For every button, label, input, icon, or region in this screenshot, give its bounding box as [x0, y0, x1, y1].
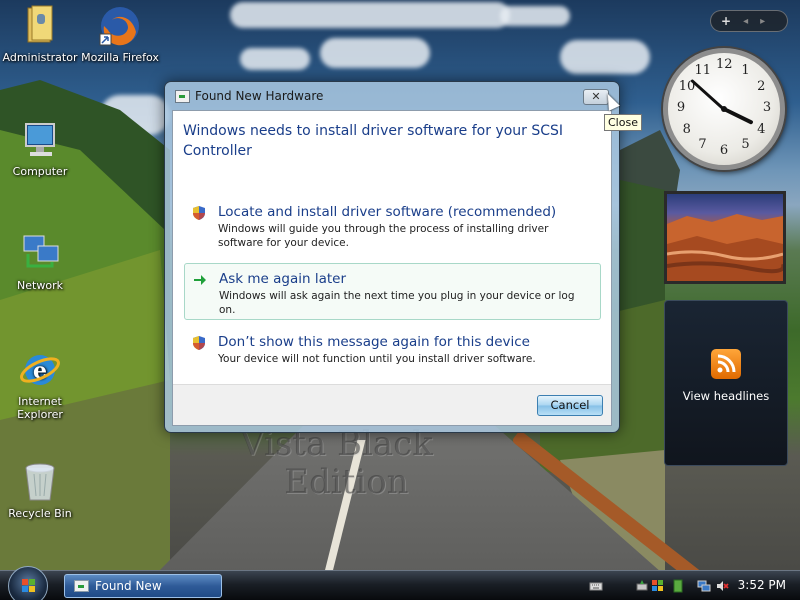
- cancel-button[interactable]: Cancel: [537, 395, 603, 416]
- desktop-icon-computer[interactable]: Computer: [0, 118, 80, 178]
- clock-number: 3: [762, 100, 772, 115]
- feed-headlines-gadget[interactable]: View headlines: [664, 300, 788, 466]
- next-gadget-button[interactable]: ▸: [760, 16, 765, 27]
- desktop-icon-label: Administrator: [2, 51, 78, 64]
- firefox-icon: [98, 4, 142, 48]
- landscape-photo: [666, 214, 786, 281]
- add-gadget-button[interactable]: +: [721, 14, 731, 28]
- clock-number: 2: [757, 78, 766, 94]
- sidebar-toolbar: + ◂ ▸: [710, 10, 788, 32]
- desktop-icon-label: Mozilla Firefox: [81, 51, 159, 64]
- desktop-icon-internet-explorer[interactable]: e Internet Explorer: [0, 348, 80, 421]
- taskbar-clock[interactable]: 3:52 PM: [738, 578, 786, 592]
- desktop-icon-recycle-bin[interactable]: Recycle Bin: [0, 460, 80, 520]
- windows-security-icon[interactable]: [651, 579, 665, 593]
- volume-muted-icon[interactable]: [715, 579, 729, 593]
- user-folder-icon: [18, 4, 62, 48]
- close-tooltip: Close: [604, 114, 642, 131]
- found-new-hardware-dialog: Found New Hardware ✕ Windows needs to in…: [164, 81, 620, 433]
- clock-minute-hand: [690, 78, 726, 111]
- dialog-content: Windows needs to install driver software…: [172, 110, 612, 426]
- watermark-line-2: Edition: [284, 462, 409, 502]
- hardware-wizard-icon: [175, 90, 190, 103]
- hardware-wizard-icon: [74, 580, 89, 592]
- keyboard-icon[interactable]: [589, 579, 603, 593]
- option-description: Windows will guide you through the proce…: [218, 223, 549, 249]
- option-description: Your device will not function until you …: [218, 353, 536, 365]
- dialog-footer: Cancel: [173, 384, 611, 425]
- clock-number: 8: [682, 121, 691, 137]
- option-title: Ask me again later: [219, 271, 347, 287]
- view-headlines-link[interactable]: View headlines: [665, 389, 787, 403]
- option-description: Windows will ask again the next time you…: [219, 290, 575, 316]
- clock-number: 11: [694, 62, 712, 78]
- desktop-icon-administrator[interactable]: Administrator: [0, 4, 80, 64]
- taskbar-button-found-new-hardware[interactable]: Found New Hardware: [64, 574, 222, 598]
- option-dont-show-again[interactable]: Don’t show this message again for this d…: [184, 327, 601, 372]
- dialog-heading: Windows needs to install driver software…: [183, 123, 564, 159]
- taskbar-button-label: Found New Hardware: [95, 579, 162, 593]
- network-status-icon[interactable]: [697, 579, 711, 593]
- taskbar: Found New Hardware 3:52 PM: [0, 566, 800, 600]
- start-button[interactable]: [8, 566, 48, 600]
- clock-number: 6: [719, 143, 729, 158]
- option-title: Don’t show this message again for this d…: [218, 334, 530, 350]
- desktop-icon-network[interactable]: Network: [0, 232, 80, 292]
- desktop-icon-label: Computer: [12, 165, 68, 178]
- desktop-icon-label: Network: [17, 279, 63, 292]
- clock-number: 5: [741, 137, 750, 153]
- desktop-icon-firefox[interactable]: Mozilla Firefox: [80, 4, 160, 64]
- close-icon: ✕: [591, 90, 601, 103]
- recycle-bin-icon: [18, 460, 62, 504]
- shield-icon: [193, 336, 205, 350]
- computer-icon: [18, 118, 62, 162]
- clock-number: 9: [676, 100, 686, 115]
- desktop-icon-label: Recycle Bin: [8, 507, 72, 520]
- desktop-icon-label: Internet Explorer: [17, 395, 63, 421]
- green-arrow-icon: [194, 275, 206, 285]
- clock-number: 7: [698, 137, 707, 153]
- wallpaper-watermark: Vista Black Edition: [240, 425, 433, 501]
- internet-explorer-icon: e: [18, 348, 62, 392]
- clock-gadget[interactable]: 12 1 2 3 4 5 6 7 8 9 10 11: [663, 48, 785, 170]
- clock-hour-hand: [723, 107, 754, 125]
- option-title: Locate and install driver software (reco…: [218, 204, 557, 220]
- network-icon: [18, 232, 62, 276]
- safely-remove-hardware-icon[interactable]: [635, 579, 649, 593]
- sidebar-icon[interactable]: [671, 579, 685, 593]
- slideshow-gadget[interactable]: [664, 191, 786, 284]
- rss-feed-icon: [711, 349, 741, 379]
- clock-number: 1: [741, 62, 750, 78]
- notification-area: 3:52 PM: [585, 573, 800, 599]
- clock-number: 4: [757, 121, 766, 137]
- previous-gadget-button[interactable]: ◂: [743, 16, 748, 27]
- clock-center-pin: [721, 106, 727, 112]
- clock-number: 12: [716, 57, 733, 72]
- windows-logo-icon: [22, 579, 36, 593]
- shield-icon: [193, 206, 205, 220]
- dialog-title-bar[interactable]: Found New Hardware: [165, 82, 619, 110]
- option-locate-and-install[interactable]: Locate and install driver software (reco…: [184, 197, 601, 256]
- option-ask-again-later[interactable]: Ask me again later Windows will ask agai…: [184, 263, 601, 320]
- dialog-title: Found New Hardware: [195, 89, 324, 103]
